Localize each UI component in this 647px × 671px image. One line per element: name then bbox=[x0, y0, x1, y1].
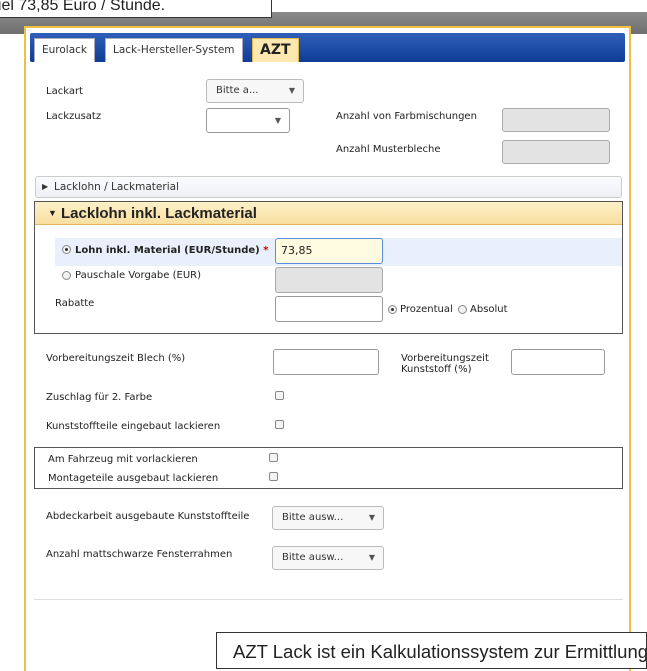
vorlackieren-label: Am Fahrzeug mit vorlackieren bbox=[48, 454, 198, 465]
chevron-down-icon: ▼ bbox=[274, 116, 281, 125]
lackzusatz-label: Lackzusatz bbox=[46, 111, 102, 122]
zuschlag-label: Zuschlag für 2. Farbe bbox=[46, 392, 153, 403]
required-mark: * bbox=[263, 245, 269, 256]
tab-azt[interactable]: AZT bbox=[252, 38, 299, 62]
rabatte-label: Rabatte bbox=[55, 298, 95, 309]
tab-lack-hersteller-system[interactable]: Lack-Hersteller-System bbox=[105, 38, 243, 62]
lohn-input[interactable]: 73,85 bbox=[275, 238, 383, 264]
musterbleche-field[interactable] bbox=[502, 140, 610, 164]
lackzusatz-select[interactable]: ▼ bbox=[206, 108, 290, 133]
vorbereitung-kunststoff-input[interactable] bbox=[511, 349, 605, 375]
kunststoffteile-label: Kunststoffteile eingebaut lackieren bbox=[46, 421, 221, 432]
radio-lohn-inkl-material[interactable] bbox=[62, 245, 71, 254]
rabatte-input[interactable] bbox=[275, 296, 383, 322]
farbmischungen-label: Anzahl von Farbmischungen bbox=[336, 111, 477, 122]
abdeckarbeit-value: Bitte ausw... bbox=[282, 512, 344, 523]
absolut-label: Absolut bbox=[470, 304, 508, 315]
fensterrahmen-value: Bitte ausw... bbox=[282, 552, 344, 563]
montageteile-label: Montageteile ausgebaut lackieren bbox=[48, 473, 219, 484]
lackart-label: Lackart bbox=[46, 86, 83, 97]
chevron-down-icon: ▼ bbox=[368, 553, 375, 562]
radio-prozentual[interactable] bbox=[388, 305, 397, 314]
vorlackieren-checkbox[interactable] bbox=[269, 453, 278, 462]
vorbereitung-blech-input[interactable] bbox=[273, 349, 379, 375]
farbmischungen-field[interactable] bbox=[502, 108, 610, 132]
kunststoffteile-checkbox[interactable] bbox=[275, 420, 284, 429]
radio-pauschale-vorgabe[interactable] bbox=[62, 271, 71, 280]
prozentual-label: Prozentual bbox=[400, 304, 453, 315]
section-label: Lacklohn / Lackmaterial bbox=[54, 181, 179, 193]
chevron-down-icon: ▼ bbox=[288, 86, 295, 95]
divider bbox=[34, 599, 623, 600]
chevron-down-icon: ▼ bbox=[368, 513, 375, 522]
section-lacklohn-lackmaterial[interactable]: ▶ Lacklohn / Lackmaterial bbox=[35, 176, 622, 198]
lackart-value: Bitte a... bbox=[216, 85, 259, 96]
fensterrahmen-select[interactable]: Bitte ausw... ▼ bbox=[272, 546, 384, 570]
fensterrahmen-label: Anzahl mattschwarze Fensterrahmen bbox=[46, 549, 233, 560]
bottom-caption: AZT Lack ist ein Kalkulationssystem zur … bbox=[216, 632, 647, 669]
lackieren-group: Am Fahrzeug mit vorlackieren Montageteil… bbox=[34, 447, 623, 489]
panel-header[interactable]: ▼ Lacklohn inkl. Lackmaterial bbox=[35, 202, 622, 225]
vorbereitung-blech-label: Vorbereitungszeit Blech (%) bbox=[46, 353, 186, 364]
tab-eurolack[interactable]: Eurolack bbox=[34, 38, 96, 62]
caret-down-icon: ▼ bbox=[48, 208, 57, 218]
lacklohn-panel: ▼ Lacklohn inkl. Lackmaterial Lohn inkl.… bbox=[34, 201, 623, 334]
vorbereitung-kunststoff-label: Vorbereitungszeit Kunststoff (%) bbox=[401, 353, 489, 375]
abdeckarbeit-select[interactable]: Bitte ausw... ▼ bbox=[272, 506, 384, 530]
radio-absolut[interactable] bbox=[458, 305, 467, 314]
option2-label: Pauschale Vorgabe (EUR) bbox=[75, 270, 201, 281]
montageteile-checkbox[interactable] bbox=[269, 472, 278, 481]
lackart-select[interactable]: Bitte a... ▼ bbox=[206, 79, 304, 103]
zuschlag-checkbox[interactable] bbox=[275, 391, 284, 400]
tab-bar: Eurolack Lack-Hersteller-System AZT bbox=[30, 33, 625, 62]
panel-title: Lacklohn inkl. Lackmaterial bbox=[61, 205, 257, 222]
azt-form-window: Eurolack Lack-Hersteller-System AZT Lack… bbox=[24, 26, 631, 671]
musterbleche-label: Anzahl Musterbleche bbox=[336, 144, 441, 155]
top-caption: spiel 73,85 Euro / Stunde. bbox=[0, 0, 272, 18]
caret-right-icon: ▶ bbox=[42, 182, 49, 191]
abdeckarbeit-label: Abdeckarbeit ausgebaute Kunststoffteile bbox=[46, 511, 250, 522]
option1-label: Lohn inkl. Material (EUR/Stunde) * bbox=[75, 245, 269, 256]
pauschale-input[interactable] bbox=[275, 267, 383, 293]
